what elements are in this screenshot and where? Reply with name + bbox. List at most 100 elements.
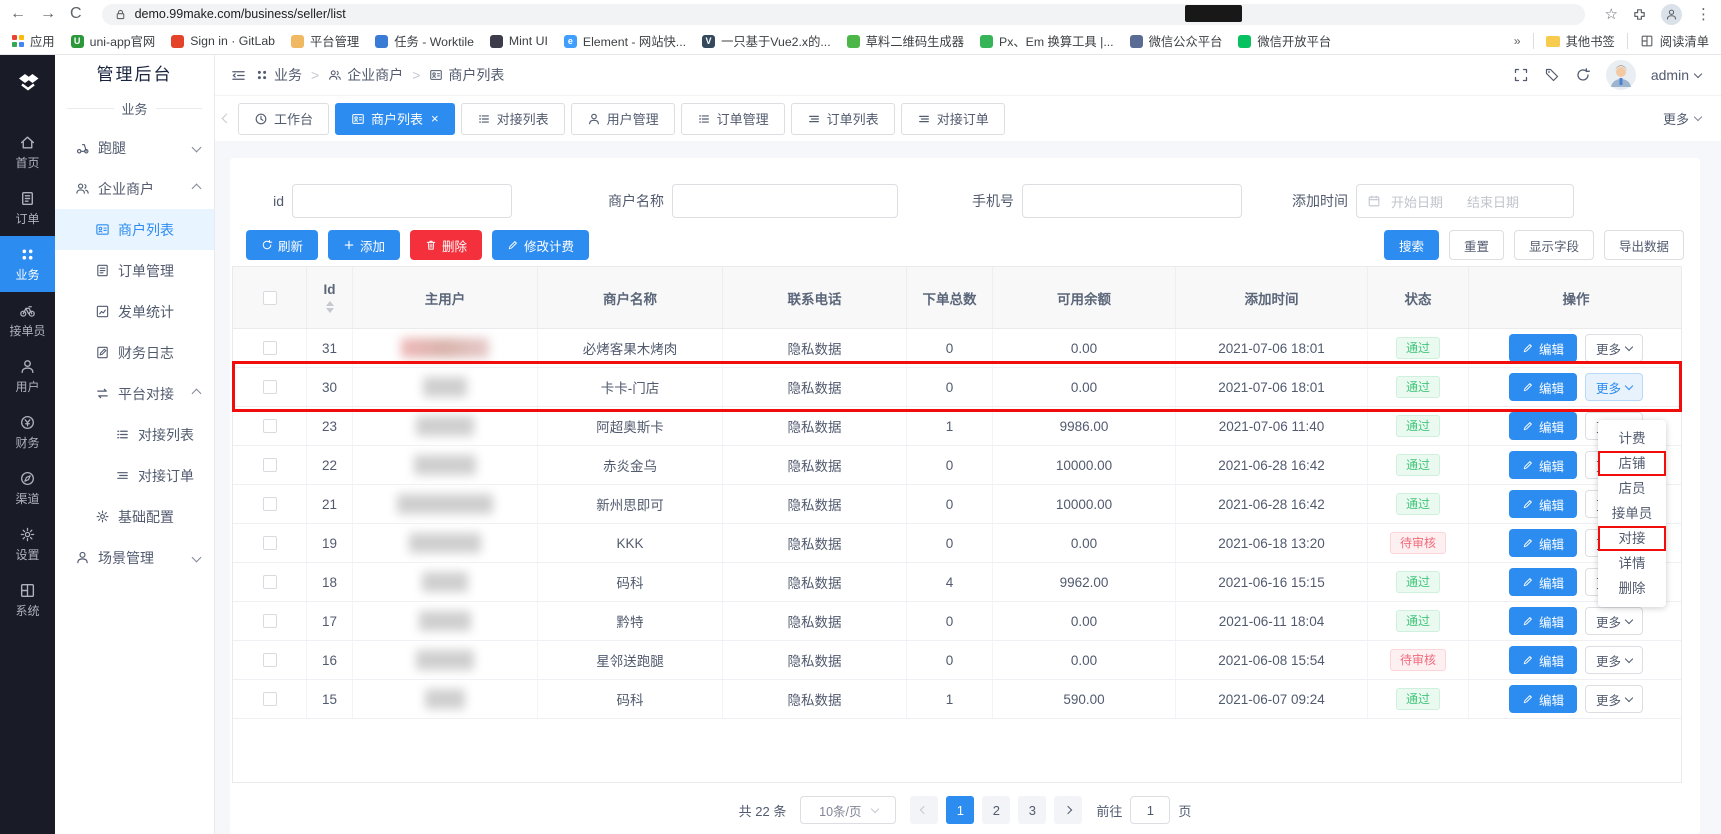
id-input[interactable]	[292, 184, 512, 218]
sidebar-item[interactable]: 商户列表	[55, 209, 214, 250]
bookmark-apps[interactable]: 应用	[12, 32, 55, 50]
reload-icon[interactable]: C	[70, 5, 82, 23]
tab[interactable]: 商户列表 ×	[335, 103, 455, 135]
toolbar-button[interactable]: 刷新	[246, 230, 318, 260]
goto-page-input[interactable]	[1130, 796, 1170, 824]
rail-item[interactable]: 设置	[0, 516, 55, 572]
row-checkbox[interactable]	[263, 458, 277, 472]
dropdown-menu-item[interactable]: 详情	[1598, 551, 1666, 576]
fullscreen-icon[interactable]	[1513, 67, 1529, 83]
dropdown-menu-item[interactable]: 删除	[1598, 576, 1666, 601]
sort-carets-icon[interactable]	[326, 301, 334, 313]
sidebar-item[interactable]: 对接列表	[55, 414, 214, 455]
bookmark-item[interactable]: 微信开放平台	[1238, 32, 1331, 50]
extensions-puzzle-icon[interactable]	[1632, 7, 1647, 22]
toolbar-button[interactable]: 添加	[328, 230, 400, 260]
bookmark-item[interactable]: U uni-app官网	[71, 32, 156, 50]
bookmark-star-icon[interactable]: ☆	[1605, 5, 1618, 23]
toolbar-button[interactable]: 删除	[410, 230, 482, 260]
row-checkbox[interactable]	[263, 419, 277, 433]
more-button[interactable]: 更多	[1585, 646, 1643, 674]
more-button[interactable]: 更多	[1585, 607, 1643, 635]
more-button[interactable]: 更多	[1585, 373, 1643, 401]
row-checkbox[interactable]	[263, 692, 277, 706]
edit-button[interactable]: 编辑	[1509, 412, 1577, 440]
back-icon[interactable]: ←	[10, 5, 26, 23]
next-page-button[interactable]	[1054, 796, 1082, 824]
row-checkbox[interactable]	[263, 341, 277, 355]
refresh-icon[interactable]	[1575, 67, 1591, 83]
url-text[interactable]: demo.99make.com/business/seller/list	[135, 7, 346, 21]
dropdown-menu-item[interactable]: 店员	[1598, 476, 1666, 501]
sidebar-item[interactable]: 发单统计	[55, 291, 214, 332]
sidebar-item[interactable]: 平台对接	[55, 373, 214, 414]
rail-item[interactable]: 订单	[0, 180, 55, 236]
bookmark-item[interactable]: 微信公众平台	[1130, 32, 1223, 50]
tab[interactable]: 订单管理 ×	[681, 103, 785, 135]
date-range-input[interactable]: 开始日期 结束日期	[1356, 184, 1574, 218]
more-button[interactable]: 更多	[1585, 334, 1643, 362]
edit-button[interactable]: 编辑	[1509, 451, 1577, 479]
toolbar-button[interactable]: 重置	[1449, 230, 1504, 260]
rail-item[interactable]: 接单员	[0, 292, 55, 348]
bookmark-item[interactable]: Sign in · GitLab	[171, 34, 275, 48]
row-checkbox[interactable]	[263, 536, 277, 550]
tab[interactable]: 对接列表 ×	[461, 103, 565, 135]
edit-button[interactable]: 编辑	[1509, 607, 1577, 635]
admin-menu[interactable]: admin	[1651, 67, 1701, 83]
select-all-checkbox[interactable]	[263, 291, 277, 305]
sidebar-item[interactable]: 跑腿	[55, 127, 214, 168]
tab[interactable]: 对接订单 ×	[901, 103, 1005, 135]
bookmark-item[interactable]: 平台管理	[291, 32, 359, 50]
edit-button[interactable]: 编辑	[1509, 529, 1577, 557]
tab[interactable]: 用户管理 ×	[571, 103, 675, 135]
sidebar-item[interactable]: 场景管理	[55, 537, 214, 578]
dropdown-menu-item[interactable]: 计费	[1598, 426, 1666, 451]
rail-item[interactable]: 用户	[0, 348, 55, 404]
rail-item[interactable]: 业务	[0, 236, 55, 292]
row-checkbox[interactable]	[263, 653, 277, 667]
rail-item[interactable]: 系统	[0, 572, 55, 628]
collapse-menu-icon[interactable]	[231, 68, 246, 83]
reading-list[interactable]: 阅读清单	[1640, 32, 1709, 50]
dropdown-menu-item[interactable]: 对接	[1598, 526, 1666, 551]
tab[interactable]: 工作台 ×	[238, 103, 329, 135]
tag-icon[interactable]	[1544, 67, 1560, 83]
sidebar-item[interactable]: 财务日志	[55, 332, 214, 373]
dropdown-menu-item[interactable]: 店铺	[1598, 451, 1666, 476]
column-header-id[interactable]: Id	[307, 267, 353, 328]
edit-button[interactable]: 编辑	[1509, 334, 1577, 362]
address-bar[interactable]: demo.99make.com/business/seller/list	[102, 4, 1585, 25]
bookmark-item[interactable]: 草料二维码生成器	[847, 32, 964, 50]
toolbar-button[interactable]: 显示字段	[1514, 230, 1594, 260]
edit-button[interactable]: 编辑	[1509, 373, 1577, 401]
browser-profile-avatar[interactable]	[1661, 4, 1682, 25]
user-avatar[interactable]	[1606, 60, 1636, 90]
toolbar-button[interactable]: 导出数据	[1604, 230, 1684, 260]
sidebar-item[interactable]: 基础配置	[55, 496, 214, 537]
row-checkbox[interactable]	[263, 380, 277, 394]
rail-item[interactable]: 财务	[0, 404, 55, 460]
sidebar-item[interactable]: 订单管理	[55, 250, 214, 291]
bookmarks-overflow-chevron[interactable]: »	[1514, 34, 1521, 48]
breadcrumb-item-enterprise-merchant[interactable]: 企业商户	[328, 65, 403, 85]
per-page-select[interactable]: 10条/页	[800, 796, 896, 824]
tab[interactable]: 订单列表 ×	[791, 103, 895, 135]
more-button[interactable]: 更多	[1585, 685, 1643, 713]
breadcrumb-item-business[interactable]: 业务	[255, 65, 302, 85]
row-checkbox[interactable]	[263, 575, 277, 589]
bookmark-item[interactable]: e Element - 网站快...	[564, 32, 686, 50]
edit-button[interactable]: 编辑	[1509, 568, 1577, 596]
forward-icon[interactable]: →	[40, 5, 56, 23]
merchant-name-input[interactable]	[672, 184, 898, 218]
edit-button[interactable]: 编辑	[1509, 685, 1577, 713]
phone-input[interactable]	[1022, 184, 1242, 218]
sidebar-item[interactable]: 企业商户	[55, 168, 214, 209]
toolbar-button[interactable]: 修改计费	[492, 230, 589, 260]
page-button[interactable]: 3	[1018, 796, 1046, 824]
breadcrumb-item-merchant-list[interactable]: 商户列表	[429, 65, 504, 85]
toolbar-button[interactable]: 搜索	[1384, 230, 1439, 260]
edit-button[interactable]: 编辑	[1509, 646, 1577, 674]
app-logo[interactable]	[0, 55, 55, 110]
tabs-more-button[interactable]: 更多	[1663, 109, 1701, 128]
